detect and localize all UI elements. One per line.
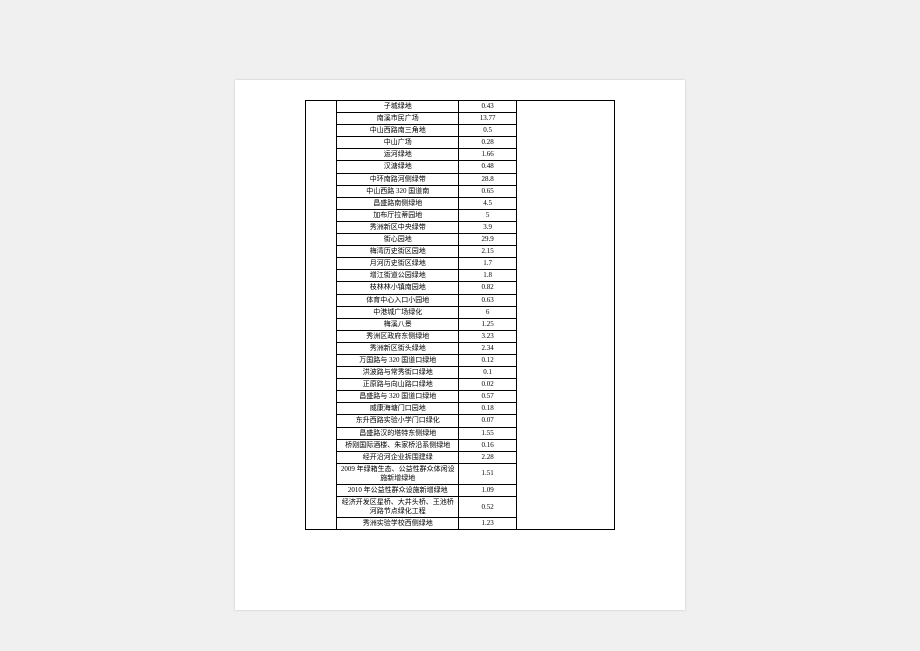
value-cell: 29.9: [459, 234, 516, 246]
value-cell: 1.55: [459, 427, 516, 439]
value-cell: 13.77: [459, 113, 516, 125]
value-cell: 1.23: [459, 518, 516, 530]
value-cell: 0.48: [459, 161, 516, 173]
value-cell: 0.43: [459, 101, 516, 113]
name-cell: 汉溏绿地: [337, 161, 459, 173]
value-cell: 0.02: [459, 379, 516, 391]
value-cell: 2.34: [459, 342, 516, 354]
name-cell: 中山西路 320 国道南: [337, 185, 459, 197]
value-cell: 1.25: [459, 318, 516, 330]
name-cell: 街心园地: [337, 234, 459, 246]
table-container: 子城绿地0.43南溪市民广场13.77中山西路南三角地0.5中山广场0.28运河…: [305, 100, 615, 530]
value-cell: 3.23: [459, 330, 516, 342]
name-cell: 中港城广场绿化: [337, 306, 459, 318]
name-cell: 秀洲新区街头绿地: [337, 342, 459, 354]
value-cell: 0.18: [459, 403, 516, 415]
table-row: 子城绿地0.43: [306, 101, 615, 113]
value-cell: 1.09: [459, 485, 516, 497]
name-cell: 秀洲实验学校西侧绿地: [337, 518, 459, 530]
document-page: 子城绿地0.43南溪市民广场13.77中山西路南三角地0.5中山广场0.28运河…: [235, 80, 685, 610]
value-cell: 3.9: [459, 221, 516, 233]
name-cell: 运河绿地: [337, 149, 459, 161]
value-cell: 2.15: [459, 246, 516, 258]
name-cell: 经开沿河企业拆围建绿: [337, 451, 459, 463]
data-table: 子城绿地0.43南溪市民广场13.77中山西路南三角地0.5中山广场0.28运河…: [305, 100, 615, 530]
value-cell: 0.5: [459, 125, 516, 137]
name-cell: 枝林林小镇南园地: [337, 282, 459, 294]
value-cell: 0.63: [459, 294, 516, 306]
name-cell: 秀洲区政府东侧绿地: [337, 330, 459, 342]
name-cell: 梅湾历史街区园地: [337, 246, 459, 258]
name-cell: 2009 年绿箱生态、公益性群众体闲设施新增绿地: [337, 463, 459, 484]
value-cell: 0.82: [459, 282, 516, 294]
value-cell: 4.5: [459, 197, 516, 209]
name-cell: 加布厅拉蒂园地: [337, 209, 459, 221]
value-cell: 0.57: [459, 391, 516, 403]
value-cell: 2.28: [459, 451, 516, 463]
name-cell: 子城绿地: [337, 101, 459, 113]
name-cell: 正原路与向山路口绿地: [337, 379, 459, 391]
name-cell: 桥刚国际酒楼、朱家桥沿系侧绿地: [337, 439, 459, 451]
value-cell: 0.16: [459, 439, 516, 451]
value-cell: 0.52: [459, 497, 516, 518]
name-cell: 中山西路南三角地: [337, 125, 459, 137]
value-cell: 28.8: [459, 173, 516, 185]
name-cell: 2010 年公益性群众设施新增绿地: [337, 485, 459, 497]
name-cell: 万国路与 320 国道口绿地: [337, 354, 459, 366]
name-cell: 中山广场: [337, 137, 459, 149]
value-cell: 0.12: [459, 354, 516, 366]
value-cell: 0.28: [459, 137, 516, 149]
name-cell: 洪波路与常秀街口绿地: [337, 367, 459, 379]
right-group-cell: [516, 101, 614, 530]
value-cell: 0.1: [459, 367, 516, 379]
name-cell: 体育中心入口小园地: [337, 294, 459, 306]
name-cell: 昌盛路南侧绿地: [337, 197, 459, 209]
name-cell: 昌盛路与 320 国道口绿地: [337, 391, 459, 403]
name-cell: 经济开发区星桥、大井头桥、王池桥河路节点绿化工程: [337, 497, 459, 518]
name-cell: 月河历史街区绿地: [337, 258, 459, 270]
value-cell: 6: [459, 306, 516, 318]
name-cell: 中环南路河侧绿带: [337, 173, 459, 185]
name-cell: 秀洲新区中央绿带: [337, 221, 459, 233]
value-cell: 1.7: [459, 258, 516, 270]
name-cell: 昌盛路汉的塔特东侧绿地: [337, 427, 459, 439]
value-cell: 1.51: [459, 463, 516, 484]
name-cell: 梅溪八景: [337, 318, 459, 330]
name-cell: 南溪市民广场: [337, 113, 459, 125]
value-cell: 0.65: [459, 185, 516, 197]
value-cell: 1.66: [459, 149, 516, 161]
name-cell: 东升西路实验小学门口绿化: [337, 415, 459, 427]
name-cell: 增江街道公园绿地: [337, 270, 459, 282]
name-cell: 威康海塘门口园地: [337, 403, 459, 415]
value-cell: 1.8: [459, 270, 516, 282]
left-group-cell: [306, 101, 337, 530]
value-cell: 0.07: [459, 415, 516, 427]
value-cell: 5: [459, 209, 516, 221]
